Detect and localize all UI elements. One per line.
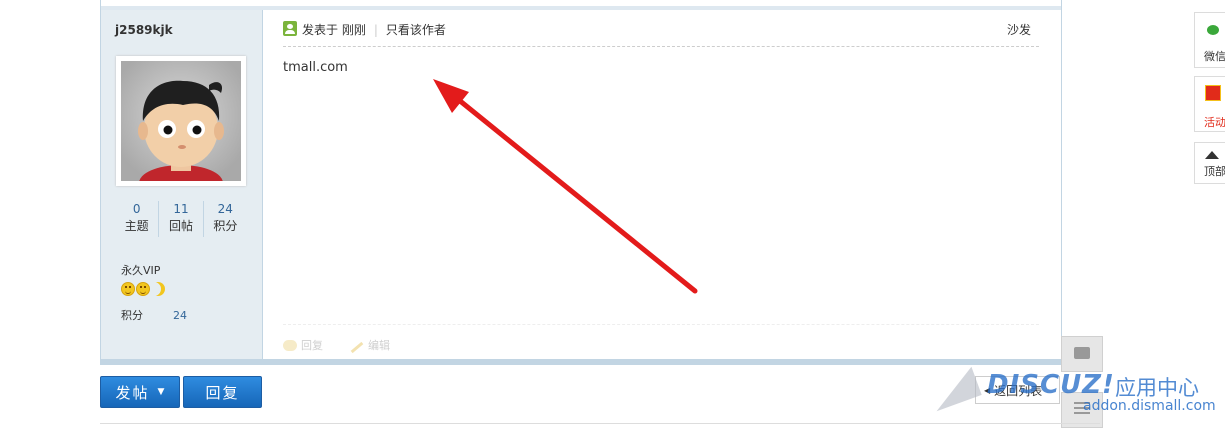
stat-replies-label: 回帖 (168, 219, 193, 233)
watermark-logo: DISCUZ! (987, 370, 1115, 400)
stat-replies-value: 11 (173, 202, 189, 216)
avatar-image (121, 61, 241, 181)
edit-action-label: 编辑 (368, 339, 390, 352)
stat-threads[interactable]: 0 主题 (115, 201, 160, 237)
reply-action-label: 回复 (301, 339, 323, 352)
watermark: DISCUZ! 应用中心 addon.dismall.com (925, 366, 1225, 430)
caret-down-icon: ▼ (157, 387, 165, 397)
author-name[interactable]: j2589kjk (115, 23, 173, 37)
stat-credits-label: 积分 (213, 219, 238, 233)
reply-button[interactable]: 回复 (183, 376, 262, 408)
sun-rank-icon (121, 282, 135, 296)
credits-row: 积分 24 (121, 307, 187, 323)
comment-icon (1074, 347, 1090, 359)
red-arrow-annotation (433, 79, 698, 294)
wechat-label: 微信 (1204, 50, 1225, 63)
author-stats: 0 主题 11 回帖 24 积分 (115, 201, 247, 237)
bottom-divider (100, 423, 1100, 424)
edit-action[interactable]: 编辑 (350, 337, 390, 353)
pencil-icon (350, 341, 364, 353)
back-to-top-label: 顶部 (1204, 165, 1225, 178)
gift-icon (1205, 85, 1221, 101)
rank-icons (121, 282, 165, 296)
post-main: 发表于 刚刚 | 只看该作者 沙发 tmall.com 回复 编辑 (263, 10, 1061, 359)
stat-threads-value: 0 (132, 202, 141, 216)
avatar-cartoon-face (121, 61, 241, 181)
new-thread-button[interactable]: 发帖 ▼ (100, 376, 180, 408)
quick-reply-button[interactable] (1061, 336, 1103, 372)
right-sidebar: 微信 活动 顶部 (1194, 0, 1225, 432)
reply-bubble-icon (283, 339, 297, 351)
credits-label: 积分 (121, 309, 143, 322)
stat-credits-value: 24 (217, 202, 233, 216)
moon-rank-icon (151, 282, 165, 296)
sun-rank-icon (136, 282, 150, 296)
user-group[interactable]: 永久VIP (121, 262, 160, 278)
arrow-up-icon (1205, 151, 1219, 159)
author-sidebar: j2589kjk 0 主题 11 回帖 24 积分 永久VIP 积分 24 (101, 10, 263, 359)
post-bottom-divider (101, 359, 1061, 365)
stat-threads-label: 主题 (124, 219, 149, 233)
back-to-top-button[interactable]: 顶部 (1194, 142, 1225, 184)
avatar[interactable] (116, 56, 246, 186)
stat-replies[interactable]: 11 回帖 (159, 201, 204, 237)
paper-plane-icon (926, 366, 982, 412)
wechat-button[interactable]: 微信 (1194, 12, 1225, 68)
reply-button-label: 回复 (205, 383, 240, 402)
stat-credits[interactable]: 24 积分 (204, 201, 247, 237)
post-footer: 回复 编辑 (283, 324, 1039, 353)
reply-action[interactable]: 回复 (283, 337, 323, 353)
event-label: 活动 (1204, 116, 1225, 129)
credits-value: 24 (173, 309, 187, 322)
wechat-icon (1207, 25, 1219, 35)
event-button[interactable]: 活动 (1194, 76, 1225, 132)
new-thread-label: 发帖 (115, 383, 150, 402)
post-container: j2589kjk 0 主题 11 回帖 24 积分 永久VIP 积分 24 发表… (100, 0, 1062, 365)
